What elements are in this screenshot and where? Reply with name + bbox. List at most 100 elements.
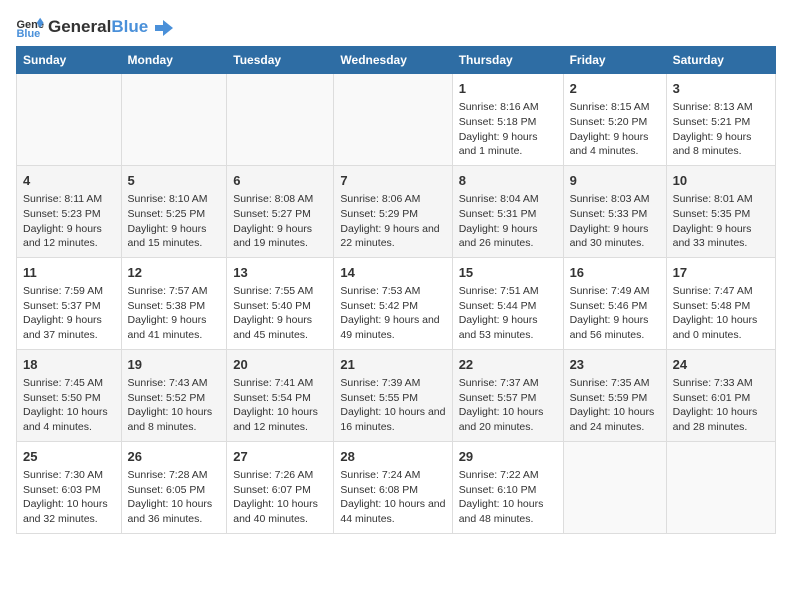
header-row: SundayMondayTuesdayWednesdayThursdayFrid… bbox=[17, 47, 776, 74]
day-number: 20 bbox=[233, 356, 327, 374]
calendar-cell: 28 Sunrise: 7:24 AM Sunset: 6:08 PM Dayli… bbox=[334, 441, 452, 533]
calendar-cell: 12 Sunrise: 7:57 AM Sunset: 5:38 PM Dayli… bbox=[121, 257, 227, 349]
day-info: Sunrise: 7:35 AM Sunset: 5:59 PM Dayligh… bbox=[570, 376, 660, 435]
day-number: 8 bbox=[459, 172, 557, 190]
week-row-4: 18 Sunrise: 7:45 AM Sunset: 5:50 PM Dayli… bbox=[17, 349, 776, 441]
day-number: 1 bbox=[459, 80, 557, 98]
day-number: 14 bbox=[340, 264, 445, 282]
calendar-table: SundayMondayTuesdayWednesdayThursdayFrid… bbox=[16, 46, 776, 534]
day-number: 24 bbox=[673, 356, 769, 374]
calendar-cell: 1 Sunrise: 8:16 AM Sunset: 5:18 PM Daylig… bbox=[452, 74, 563, 166]
logo-arrow-icon bbox=[155, 20, 173, 36]
day-number: 11 bbox=[23, 264, 115, 282]
header: General Blue GeneralBlue bbox=[16, 16, 776, 38]
day-info: Sunrise: 8:16 AM Sunset: 5:18 PM Dayligh… bbox=[459, 100, 557, 159]
day-info: Sunrise: 7:41 AM Sunset: 5:54 PM Dayligh… bbox=[233, 376, 327, 435]
calendar-cell bbox=[666, 441, 775, 533]
calendar-cell: 27Sunrise: 7:26 AM Sunset: 6:07 PM Dayli… bbox=[227, 441, 334, 533]
calendar-cell: 21Sunrise: 7:39 AM Sunset: 5:55 PM Dayli… bbox=[334, 349, 452, 441]
day-number: 4 bbox=[23, 172, 115, 190]
day-number: 12 bbox=[128, 264, 221, 282]
day-info: Sunrise: 8:11 AM Sunset: 5:23 PM Dayligh… bbox=[23, 192, 115, 251]
day-info: Sunrise: 7:57 AM Sunset: 5:38 PM Dayligh… bbox=[128, 284, 221, 343]
calendar-cell bbox=[121, 74, 227, 166]
calendar-cell: 18 Sunrise: 7:45 AM Sunset: 5:50 PM Dayli… bbox=[17, 349, 122, 441]
day-info: Sunrise: 8:10 AM Sunset: 5:25 PM Dayligh… bbox=[128, 192, 221, 251]
calendar-cell: 2 Sunrise: 8:15 AM Sunset: 5:20 PM Daylig… bbox=[563, 74, 666, 166]
logo-blue: Blue bbox=[111, 17, 148, 36]
day-info: Sunrise: 7:59 AM Sunset: 5:37 PM Dayligh… bbox=[23, 284, 115, 343]
day-info: Sunrise: 8:06 AM Sunset: 5:29 PM Dayligh… bbox=[340, 192, 445, 251]
day-number: 7 bbox=[340, 172, 445, 190]
col-header-thursday: Thursday bbox=[452, 47, 563, 74]
calendar-cell: 22 Sunrise: 7:37 AM Sunset: 5:57 PM Dayli… bbox=[452, 349, 563, 441]
day-info: Sunrise: 8:15 AM Sunset: 5:20 PM Dayligh… bbox=[570, 100, 660, 159]
calendar-cell: 4 Sunrise: 8:11 AM Sunset: 5:23 PM Daylig… bbox=[17, 165, 122, 257]
day-info: Sunrise: 8:04 AM Sunset: 5:31 PM Dayligh… bbox=[459, 192, 557, 251]
week-row-2: 4 Sunrise: 8:11 AM Sunset: 5:23 PM Daylig… bbox=[17, 165, 776, 257]
logo-general: General bbox=[48, 17, 111, 36]
day-number: 26 bbox=[128, 448, 221, 466]
day-number: 29 bbox=[459, 448, 557, 466]
day-number: 18 bbox=[23, 356, 115, 374]
day-info: Sunrise: 7:43 AM Sunset: 5:52 PM Dayligh… bbox=[128, 376, 221, 435]
calendar-cell: 20 Sunrise: 7:41 AM Sunset: 5:54 PM Dayli… bbox=[227, 349, 334, 441]
calendar-cell: 15Sunrise: 7:51 AM Sunset: 5:44 PM Dayli… bbox=[452, 257, 563, 349]
day-info: Sunrise: 7:51 AM Sunset: 5:44 PM Dayligh… bbox=[459, 284, 557, 343]
day-number: 16 bbox=[570, 264, 660, 282]
calendar-cell bbox=[334, 74, 452, 166]
day-info: Sunrise: 7:24 AM Sunset: 6:08 PM Dayligh… bbox=[340, 468, 445, 527]
calendar-cell: 13Sunrise: 7:55 AM Sunset: 5:40 PM Dayli… bbox=[227, 257, 334, 349]
day-info: Sunrise: 8:08 AM Sunset: 5:27 PM Dayligh… bbox=[233, 192, 327, 251]
calendar-cell: 11 Sunrise: 7:59 AM Sunset: 5:37 PM Dayli… bbox=[17, 257, 122, 349]
logo: General Blue GeneralBlue bbox=[16, 16, 173, 38]
day-info: Sunrise: 8:13 AM Sunset: 5:21 PM Dayligh… bbox=[673, 100, 769, 159]
calendar-cell bbox=[17, 74, 122, 166]
col-header-sunday: Sunday bbox=[17, 47, 122, 74]
calendar-cell: 10 Sunrise: 8:01 AM Sunset: 5:35 PM Dayli… bbox=[666, 165, 775, 257]
col-header-wednesday: Wednesday bbox=[334, 47, 452, 74]
day-number: 17 bbox=[673, 264, 769, 282]
day-info: Sunrise: 8:01 AM Sunset: 5:35 PM Dayligh… bbox=[673, 192, 769, 251]
calendar-cell: 29Sunrise: 7:22 AM Sunset: 6:10 PM Dayli… bbox=[452, 441, 563, 533]
week-row-3: 11 Sunrise: 7:59 AM Sunset: 5:37 PM Dayli… bbox=[17, 257, 776, 349]
day-info: Sunrise: 8:03 AM Sunset: 5:33 PM Dayligh… bbox=[570, 192, 660, 251]
day-info: Sunrise: 7:53 AM Sunset: 5:42 PM Dayligh… bbox=[340, 284, 445, 343]
day-info: Sunrise: 7:26 AM Sunset: 6:07 PM Dayligh… bbox=[233, 468, 327, 527]
calendar-cell: 5 Sunrise: 8:10 AM Sunset: 5:25 PM Daylig… bbox=[121, 165, 227, 257]
day-number: 19 bbox=[128, 356, 221, 374]
day-info: Sunrise: 7:47 AM Sunset: 5:48 PM Dayligh… bbox=[673, 284, 769, 343]
calendar-cell: 14 Sunrise: 7:53 AM Sunset: 5:42 PM Dayli… bbox=[334, 257, 452, 349]
calendar-cell: 17 Sunrise: 7:47 AM Sunset: 5:48 PM Dayli… bbox=[666, 257, 775, 349]
day-info: Sunrise: 7:45 AM Sunset: 5:50 PM Dayligh… bbox=[23, 376, 115, 435]
calendar-cell: 7 Sunrise: 8:06 AM Sunset: 5:29 PM Daylig… bbox=[334, 165, 452, 257]
col-header-tuesday: Tuesday bbox=[227, 47, 334, 74]
calendar-cell: 16 Sunrise: 7:49 AM Sunset: 5:46 PM Dayli… bbox=[563, 257, 666, 349]
day-number: 9 bbox=[570, 172, 660, 190]
day-number: 5 bbox=[128, 172, 221, 190]
calendar-cell: 26 Sunrise: 7:28 AM Sunset: 6:05 PM Dayli… bbox=[121, 441, 227, 533]
day-info: Sunrise: 7:49 AM Sunset: 5:46 PM Dayligh… bbox=[570, 284, 660, 343]
day-number: 28 bbox=[340, 448, 445, 466]
day-info: Sunrise: 7:33 AM Sunset: 6:01 PM Dayligh… bbox=[673, 376, 769, 435]
day-number: 25 bbox=[23, 448, 115, 466]
day-number: 10 bbox=[673, 172, 769, 190]
day-number: 22 bbox=[459, 356, 557, 374]
calendar-cell: 23Sunrise: 7:35 AM Sunset: 5:59 PM Dayli… bbox=[563, 349, 666, 441]
day-number: 2 bbox=[570, 80, 660, 98]
day-number: 6 bbox=[233, 172, 327, 190]
calendar-cell: 3Sunrise: 8:13 AM Sunset: 5:21 PM Daylig… bbox=[666, 74, 775, 166]
col-header-saturday: Saturday bbox=[666, 47, 775, 74]
day-info: Sunrise: 7:39 AM Sunset: 5:55 PM Dayligh… bbox=[340, 376, 445, 435]
calendar-cell bbox=[563, 441, 666, 533]
svg-text:Blue: Blue bbox=[16, 28, 40, 38]
calendar-cell: 24 Sunrise: 7:33 AM Sunset: 6:01 PM Dayli… bbox=[666, 349, 775, 441]
week-row-5: 25Sunrise: 7:30 AM Sunset: 6:03 PM Dayli… bbox=[17, 441, 776, 533]
col-header-friday: Friday bbox=[563, 47, 666, 74]
day-info: Sunrise: 7:37 AM Sunset: 5:57 PM Dayligh… bbox=[459, 376, 557, 435]
calendar-cell: 8 Sunrise: 8:04 AM Sunset: 5:31 PM Daylig… bbox=[452, 165, 563, 257]
day-info: Sunrise: 7:28 AM Sunset: 6:05 PM Dayligh… bbox=[128, 468, 221, 527]
calendar-cell: 6 Sunrise: 8:08 AM Sunset: 5:27 PM Daylig… bbox=[227, 165, 334, 257]
calendar-cell: 9 Sunrise: 8:03 AM Sunset: 5:33 PM Daylig… bbox=[563, 165, 666, 257]
col-header-monday: Monday bbox=[121, 47, 227, 74]
